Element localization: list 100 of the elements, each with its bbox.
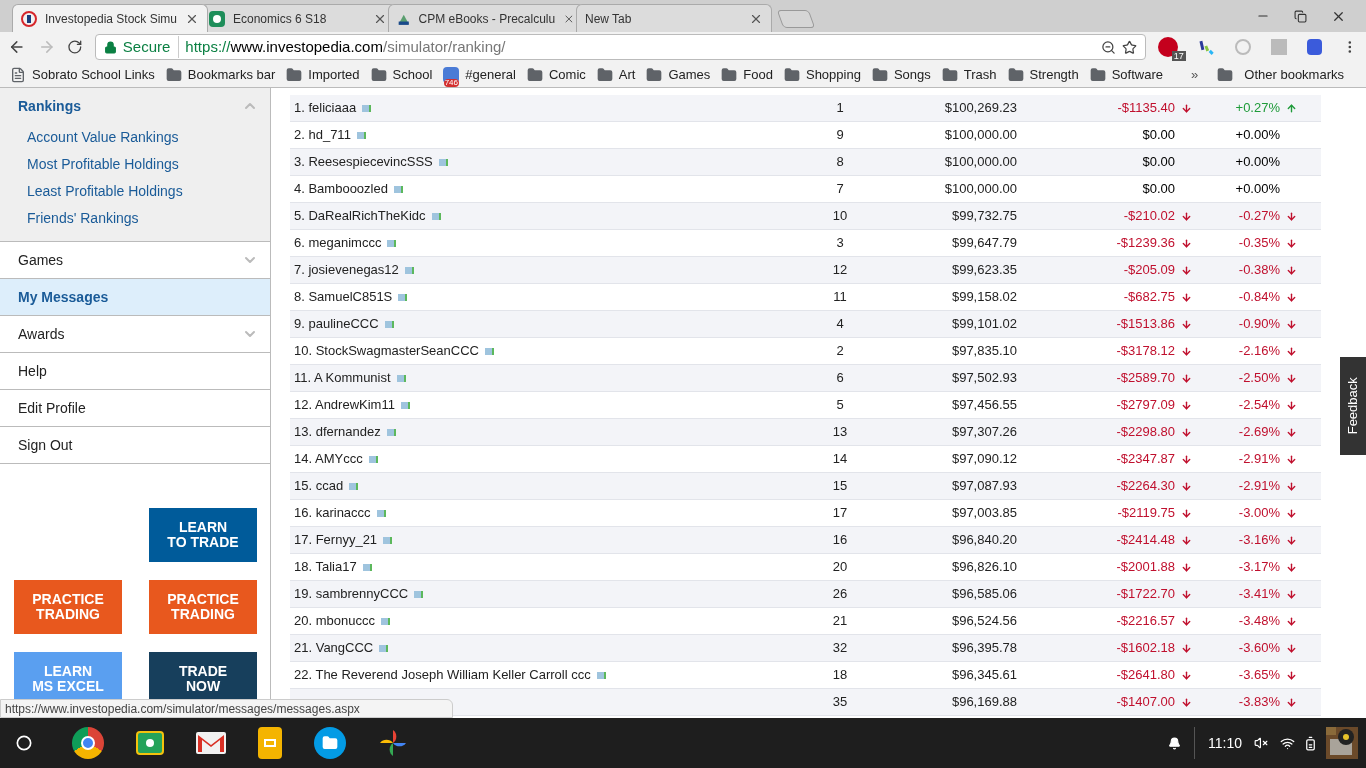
message-icon[interactable] [386,428,396,436]
launcher-icon[interactable] [16,735,32,751]
player-name[interactable]: 7. josievenegas12 [294,260,399,280]
wifi-icon[interactable] [1280,735,1295,751]
message-icon[interactable] [368,455,378,463]
message-icon[interactable] [596,671,606,679]
bookmark-link[interactable]: Imported [308,64,360,85]
player-name[interactable]: 5. DaRealRichTheKidc [294,206,426,226]
mail-icon[interactable] [196,732,226,754]
sidebar-item[interactable]: Rankings [0,88,270,124]
reload-icon[interactable] [67,39,83,55]
player-name[interactable]: 9. paulineCCC [294,314,379,334]
down-arrow-icon [1181,696,1192,708]
player-name[interactable]: 17. Fernyy_21 [294,530,378,550]
message-icon[interactable] [400,401,410,409]
player-name[interactable]: 22. The Reverend Joseph William Keller Carroll ccc [294,665,591,685]
message-icon[interactable] [380,617,390,625]
bookmark-link[interactable]: Food [743,64,773,85]
bookmark-link[interactable]: Comic [548,64,586,85]
message-icon[interactable] [349,482,359,490]
sidebar-item[interactable]: Sign Out [0,427,270,463]
sidebar-link[interactable]: Account Value Rankings [27,127,179,148]
player-name[interactable]: 11. A Kommunist [294,368,391,388]
message-icon[interactable] [387,239,397,247]
message-icon[interactable] [379,644,389,652]
sidebar-link[interactable]: Least Profitable Holdings [27,181,183,202]
player-name[interactable]: 8. SamuelC851S [294,287,393,307]
player-name[interactable]: 18. Talia17 [294,557,357,577]
bookmark-link[interactable]: Strength [1029,64,1079,85]
player-name[interactable]: 14. AMYccc [294,449,363,469]
browser-tab[interactable]: New Tab [576,4,772,32]
message-icon[interactable] [396,374,406,382]
message-icon[interactable] [485,347,494,355]
browser-tab[interactable]: Investopedia Stock Simu [12,4,208,32]
message-icon[interactable] [431,212,441,220]
message-icon[interactable] [438,158,448,166]
player-name[interactable]: 21. VangCCC [294,638,374,658]
star-icon[interactable] [1121,39,1137,55]
extension-icon[interactable] [1306,39,1323,55]
sidebar-item[interactable]: Edit Profile [0,390,270,426]
mute-icon[interactable] [1254,736,1268,750]
player-name[interactable]: 19. sambrennyCCC [294,584,409,604]
sidebar-item[interactable]: My Messages [0,279,270,315]
bookmark-link[interactable]: Software [1111,64,1163,85]
message-icon[interactable] [356,131,366,139]
bars-icon[interactable] [1197,38,1216,56]
notification-icon[interactable] [1168,736,1181,750]
bookmark-link[interactable]: Trash [963,64,997,85]
bookmark-link[interactable]: Other bookmarks [1244,64,1356,85]
overflow-chevron[interactable]: » [1191,64,1199,85]
player-name[interactable]: 4. Bambooozled [294,179,388,199]
message-icon[interactable] [384,320,394,328]
table-cell-text: -0.38% [1238,261,1280,280]
message-icon[interactable] [404,266,414,274]
sidebar-item[interactable]: Help [0,353,270,389]
promo-banner[interactable]: LEARN TO TRADE [149,508,257,562]
player-name[interactable]: 1. feliciaaa [294,98,357,118]
restore-icon[interactable] [1294,9,1307,23]
message-icon[interactable] [383,536,393,544]
table-cell-text: -2.69% [1238,423,1280,442]
battery-icon[interactable] [1303,735,1318,751]
sidebar-link[interactable]: Most Profitable Holdings [27,154,179,175]
folder-icon[interactable] [314,727,346,759]
player-name[interactable]: 3. ReesespiecevincSSS [294,152,433,172]
feedback-tab[interactable]: Feedback [1340,357,1366,455]
new-tab-button[interactable] [776,10,816,28]
message-icon[interactable] [393,185,403,193]
bookmark-link[interactable]: Shopping [805,64,861,85]
message-icon[interactable] [376,509,386,517]
address-bar[interactable]: Secure https://www.investopedia.com/simulator/ranking/ [94,34,1146,60]
bookmark-link[interactable]: Games [668,64,711,85]
bookmark-link[interactable]: Sobrato School Links [32,64,155,85]
player-name[interactable]: 15. ccad [294,476,344,496]
player-name[interactable]: 20. mbonuccc [294,611,375,631]
table-cell-text: 10 [831,207,849,226]
player-name[interactable]: 13. dfernandez [294,422,381,442]
message-icon[interactable] [398,293,408,301]
zoom-icon[interactable] [1100,39,1116,55]
player-name[interactable]: 6. meganimccc [294,233,382,253]
promo-banner[interactable]: PRACTICE TRADING [149,580,257,634]
down-arrow-icon [1286,291,1297,303]
bookmark-link[interactable]: Songs [893,64,931,85]
message-icon[interactable] [362,563,372,571]
down-arrow-icon [1181,237,1192,249]
bookmark-link[interactable]: #general [465,64,516,85]
player-name[interactable]: 2. hd_711 [294,125,351,145]
message-icon[interactable] [414,590,424,598]
player-name[interactable]: 12. AndrewKim11 [294,395,395,415]
sidebar-link[interactable]: Friends' Rankings [27,208,139,229]
pinwheel-icon[interactable] [378,728,408,758]
bookmark-link[interactable]: Bookmarks bar [187,64,276,85]
player-name[interactable]: 10. StockSwagmasterSeanCCC [294,341,479,361]
sidebar-item[interactable]: Awards [0,316,270,352]
promo-banner[interactable]: PRACTICE TRADING [14,580,122,634]
message-icon[interactable] [362,104,372,112]
bookmark-link[interactable]: School [392,64,433,85]
clock-time[interactable]: 11:10 [1208,732,1242,754]
sidebar-item[interactable]: Games [0,242,270,278]
player-name[interactable]: 16. karinaccc [294,503,371,523]
bookmark-link[interactable]: Art [618,64,636,85]
